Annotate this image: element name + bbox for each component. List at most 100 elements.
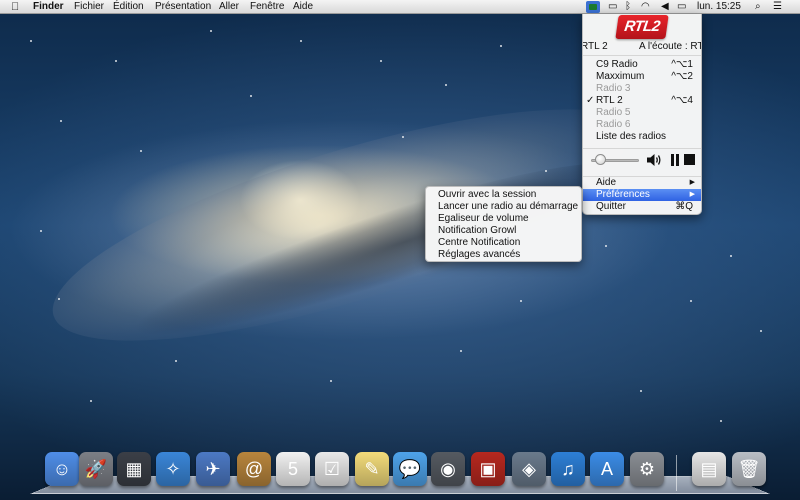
star — [140, 150, 142, 152]
menu-item-station: Radio 5 — [583, 107, 701, 119]
preferences-submenu: Ouvrir avec la session Lancer une radio … — [425, 186, 582, 262]
trash-icon[interactable]: 🗑 — [732, 452, 766, 486]
iphoto-icon[interactable]: ◈ — [512, 452, 546, 486]
reminders-icon[interactable]: ☑ — [315, 452, 349, 486]
finder-icon[interactable]: ☺ — [45, 452, 79, 486]
star — [250, 95, 252, 97]
dock-glyph: ▤ — [700, 459, 718, 479]
menu-fichier[interactable]: Fichier — [74, 0, 104, 14]
apple-icon[interactable]:  — [11, 0, 19, 14]
app-store-icon[interactable]: A — [590, 452, 624, 486]
radio-status-icon[interactable] — [586, 1, 600, 13]
star — [402, 136, 404, 138]
quit-shortcut: ⌘Q — [675, 201, 693, 212]
star — [720, 420, 722, 422]
notes-icon[interactable]: ✎ — [355, 452, 389, 486]
battery-icon[interactable]: ▭ — [677, 0, 686, 14]
star — [60, 120, 62, 122]
menu-fenetre[interactable]: Fenêtre — [250, 0, 284, 14]
station-label: RTL 2 — [596, 95, 623, 106]
dock-glyph: 💬 — [398, 459, 422, 479]
bluetooth-icon[interactable]: ᛒ — [625, 0, 631, 14]
pause-icon[interactable] — [670, 154, 680, 166]
menu-item-station-list[interactable]: Liste des radios — [583, 131, 701, 143]
pref-item-launch-radio-at-startup[interactable]: Lancer une radio au démarrage — [438, 201, 578, 213]
documents-stack-icon[interactable]: ▤ — [692, 452, 726, 486]
menu-finder[interactable]: Finder — [33, 0, 64, 14]
menu-item-quit[interactable]: Quitter ⌘Q — [583, 201, 701, 213]
station-label: Maxximum — [596, 71, 645, 82]
pref-item-advanced-settings[interactable]: Réglages avancés — [438, 249, 520, 261]
pref-item-notification-center[interactable]: Centre Notification — [438, 237, 520, 249]
dock-glyph: ✎ — [364, 459, 380, 479]
star — [115, 60, 117, 62]
now-playing-station: RTL 2 — [582, 41, 608, 52]
menu-item-aide[interactable]: Aide ▶ — [583, 177, 701, 189]
menu-presentation[interactable]: Présentation — [155, 0, 211, 14]
menu-edition[interactable]: Édition — [113, 0, 144, 14]
station-logo: RTL2 — [615, 15, 669, 39]
safari-icon[interactable]: ✧ — [156, 452, 190, 486]
star — [500, 45, 502, 47]
star — [330, 380, 332, 382]
volume-slider-knob[interactable] — [594, 154, 606, 165]
menu-aide[interactable]: Aide — [293, 0, 313, 14]
star — [210, 30, 212, 32]
notification-center-icon[interactable]: ☰ — [773, 0, 782, 14]
star — [760, 330, 762, 332]
star — [545, 170, 547, 172]
photo-booth-icon[interactable]: ▣ — [471, 452, 505, 486]
menu-item-station[interactable]: Maxximum ^⌥2 — [583, 71, 701, 83]
star — [90, 400, 92, 402]
pref-item-volume-equalizer[interactable]: Egaliseur de volume — [438, 213, 529, 225]
submenu-arrow-icon: ▶ — [689, 191, 695, 198]
menu-separator — [583, 55, 701, 56]
menu-item-station: Radio 3 — [583, 83, 701, 95]
system-preferences-icon[interactable]: ⚙ — [630, 452, 664, 486]
facetime-icon[interactable]: ◉ — [431, 452, 465, 486]
mission-control-icon[interactable]: ▦ — [117, 452, 151, 486]
star — [730, 255, 732, 257]
star — [605, 245, 607, 247]
star — [40, 230, 42, 232]
menu-aller[interactable]: Aller — [219, 0, 239, 14]
messages-icon[interactable]: 💬 — [393, 452, 427, 486]
dock-glyph: ▣ — [479, 459, 497, 479]
star — [30, 40, 32, 42]
itunes-icon[interactable]: ♫ — [551, 452, 585, 486]
submenu-arrow-icon: ▶ — [689, 179, 695, 186]
clock[interactable]: lun. 15:25 — [697, 0, 741, 14]
mail-icon[interactable]: ✈ — [196, 452, 230, 486]
launchpad-icon[interactable]: 🚀 — [79, 452, 113, 486]
star — [690, 300, 692, 302]
dock-glyph: @ — [244, 459, 264, 479]
station-label: C9 Radio — [596, 59, 638, 70]
wifi-icon[interactable]: ◠ — [641, 0, 650, 14]
checkmark-icon: ✓ — [586, 95, 595, 106]
menu-item-station[interactable]: ✓ RTL 2 ^⌥4 — [583, 95, 701, 107]
menu-item-station[interactable]: C9 Radio ^⌥1 — [583, 59, 701, 71]
star — [460, 350, 462, 352]
pref-item-open-with-session[interactable]: Ouvrir avec la session — [438, 189, 536, 201]
station-shortcut: ^⌥2 — [671, 71, 693, 82]
dock-glyph: ♫ — [561, 459, 575, 479]
dock-glyph: ✈ — [205, 459, 221, 479]
dock-glyph: ◈ — [522, 459, 536, 479]
volume-status-icon[interactable]: ◀ — [661, 0, 669, 14]
dock-glyph: ◉ — [440, 459, 456, 479]
calendar-icon[interactable]: 5 — [276, 452, 310, 486]
airplay-icon[interactable]: ▭ — [608, 0, 617, 14]
pref-item-growl-notification[interactable]: Notification Growl — [438, 225, 516, 237]
dock-glyph: ☑ — [323, 459, 341, 479]
dock-glyph: ⚙ — [638, 459, 656, 479]
station-label: Radio 3 — [596, 83, 631, 94]
station-shortcut: ^⌥4 — [671, 95, 693, 106]
stop-icon[interactable] — [684, 154, 695, 165]
menu-bar:  Finder Fichier Édition Présentation Al… — [0, 0, 800, 14]
spotlight-icon[interactable]: ⌕ — [755, 0, 761, 14]
speaker-icon[interactable] — [646, 153, 662, 167]
star — [380, 60, 382, 62]
menu-item-preferences[interactable]: Préférences ▶ — [583, 189, 701, 201]
star — [175, 360, 177, 362]
contacts-icon[interactable]: @ — [237, 452, 271, 486]
